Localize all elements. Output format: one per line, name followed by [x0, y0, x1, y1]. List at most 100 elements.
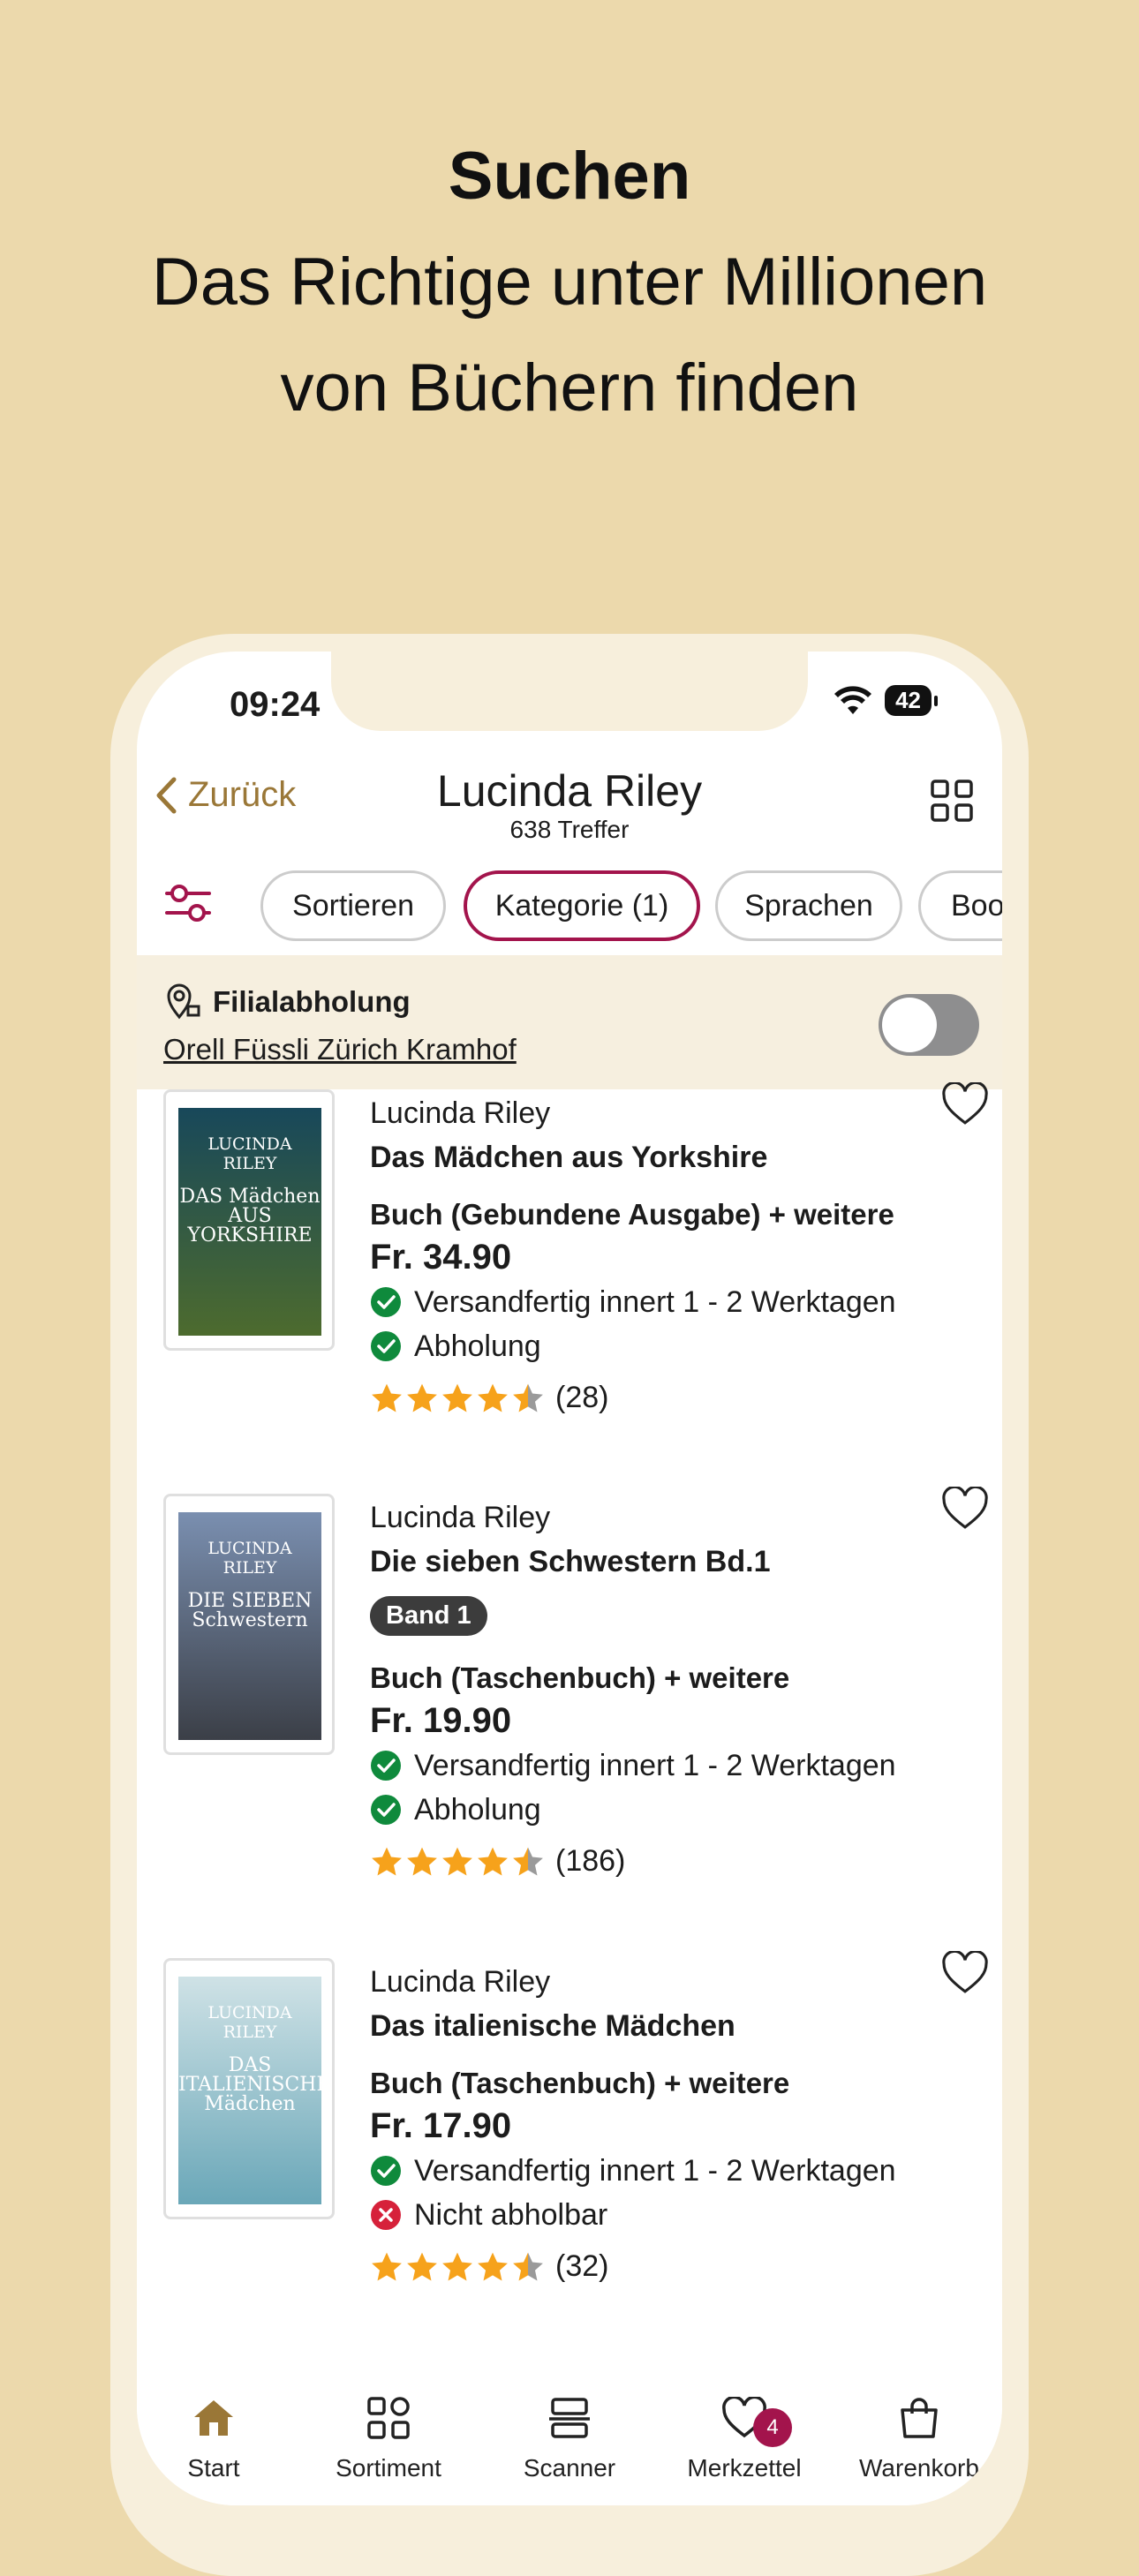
grid-icon — [367, 2397, 410, 2439]
result-author: Lucinda Riley — [370, 1965, 551, 1999]
promo-subtitle: Das Richtige unter Millionen von Büchern… — [0, 230, 1139, 441]
pickup-text: Abholung — [414, 1793, 541, 1827]
wifi-icon — [834, 685, 872, 714]
cover-image: LUCINDA RILEY DIE SIEBEN Schwestern — [178, 1512, 321, 1740]
chip-kategorie[interactable]: Kategorie (1) — [464, 870, 700, 941]
tab-label: Merkzettel — [687, 2454, 802, 2482]
star-icon — [372, 2252, 402, 2280]
tab-sortiment[interactable]: Sortiment — [302, 2391, 475, 2482]
tab-warenkorb[interactable]: Warenkorb — [833, 2391, 1002, 2482]
star-icon — [442, 2252, 472, 2280]
promo-subtitle-line1: Das Richtige unter Millionen — [151, 245, 988, 320]
check-circle-icon — [371, 1287, 401, 1317]
result-price: Fr. 19.90 — [370, 1701, 512, 1740]
grid-view-button[interactable] — [930, 779, 974, 827]
star-icon — [513, 1847, 543, 1875]
scanner-icon — [549, 2398, 590, 2438]
star-icon — [442, 1383, 472, 1412]
location-pin-icon — [167, 983, 200, 1020]
star-icon — [372, 1383, 402, 1412]
pickup-text: Nicht abholbar — [414, 2198, 608, 2232]
tab-scanner[interactable]: Scanner — [483, 2391, 656, 2482]
battery-icon: 42 — [885, 685, 938, 716]
result-info: Lucinda Riley Das italienische Mädchen Buc… — [370, 1960, 953, 2284]
page-title: Lucinda Riley — [436, 766, 703, 816]
star-icon — [407, 2252, 437, 2280]
chip-sprachen[interactable]: Sprachen — [715, 870, 902, 941]
result-info: Lucinda Riley Das Mädchen aus Yorkshire Bu… — [370, 1091, 953, 1415]
filter-button[interactable] — [163, 881, 213, 930]
notch — [331, 652, 808, 731]
chip-more[interactable]: Boo — [918, 870, 1002, 941]
shipping-text: Versandfertig innert 1 - 2 Werktagen — [414, 1749, 896, 1782]
nav-bar: Zurück Lucinda Riley 638 Treffer — [137, 757, 1002, 846]
nav-title: Lucinda Riley 638 Treffer — [137, 766, 1002, 844]
cover-image: LUCINDA RILEY DAS Mädchen AUS YORKSHIRE — [178, 1108, 321, 1336]
star-icon — [407, 1383, 437, 1412]
check-circle-icon — [371, 1795, 401, 1825]
band-badge: Band 1 — [370, 1596, 487, 1636]
rating: (28) — [370, 1381, 953, 1415]
book-cover[interactable]: LUCINDA RILEY DAS Mädchen AUS YORKSHIRE — [163, 1089, 335, 1351]
heart-outline-icon — [942, 1081, 988, 1125]
pickup-status: Abholung — [370, 1324, 953, 1368]
star-icon — [513, 1383, 543, 1412]
result-title[interactable]: Die sieben Schwestern Bd.1 — [370, 1540, 953, 1584]
result-format: Buch (Taschenbuch) + weitere — [370, 2067, 790, 2099]
wishlist-button[interactable] — [940, 1485, 990, 1535]
review-count: (186) — [555, 1844, 626, 1878]
result-author: Lucinda Riley — [370, 1501, 551, 1534]
shipping-status: Versandfertig innert 1 - 2 Werktagen — [370, 2149, 953, 2193]
star-icon — [478, 1383, 508, 1412]
toggle-knob — [882, 998, 937, 1052]
heart-outline-icon — [942, 1485, 988, 1529]
star-icon — [442, 1847, 472, 1875]
pickup-text: Abholung — [414, 1329, 541, 1363]
wishlist-button[interactable] — [940, 1949, 990, 2000]
star-icon — [478, 1847, 508, 1875]
tab-label: Start — [187, 2454, 240, 2482]
tab-merkzettel[interactable]: 4 Merkzettel — [658, 2391, 831, 2482]
tab-bar: Start Sortiment Scanner 4 Merkzettel War… — [137, 2364, 1002, 2505]
rating: (186) — [370, 1844, 953, 1879]
result-format: Buch (Taschenbuch) + weitere — [370, 1661, 790, 1694]
home-icon — [194, 2400, 233, 2436]
pickup-status: Nicht abholbar — [370, 2193, 953, 2237]
result-title[interactable]: Das italienische Mädchen — [370, 2004, 953, 2048]
shipping-status: Versandfertig innert 1 - 2 Werktagen — [370, 1280, 953, 1324]
book-cover[interactable]: LUCINDA RILEY DIE SIEBEN Schwestern — [163, 1494, 335, 1755]
pickup-title: Filialabholung — [165, 982, 411, 1022]
pickup-toggle[interactable] — [879, 994, 979, 1056]
shipping-text: Versandfertig innert 1 - 2 Werktagen — [414, 2154, 896, 2188]
cover-author: LUCINDA RILEY — [207, 2003, 292, 2042]
tab-label: Scanner — [523, 2454, 616, 2482]
promo-header: Suchen Das Richtige unter Millionen von … — [0, 132, 1139, 441]
tab-label: Sortiment — [336, 2454, 441, 2482]
wishlist-button[interactable] — [940, 1081, 990, 1131]
cover-author: LUCINDA RILEY — [207, 1134, 292, 1173]
status-icons: 42 — [834, 685, 938, 716]
pickup-store-link[interactable]: Orell Füssli Zürich Kramhof — [163, 1033, 517, 1066]
heart-outline-icon — [942, 1949, 988, 1993]
cross-circle-icon — [371, 2200, 401, 2230]
star-icon — [478, 2252, 508, 2280]
tab-start[interactable]: Start — [137, 2391, 300, 2482]
check-circle-icon — [371, 2156, 401, 2186]
result-info: Lucinda Riley Die sieben Schwestern Bd.1 B… — [370, 1495, 953, 1879]
pickup-label: Filialabholung — [213, 985, 411, 1018]
review-count: (32) — [555, 2249, 609, 2283]
shipping-status: Versandfertig innert 1 - 2 Werktagen — [370, 1744, 953, 1788]
tab-label: Warenkorb — [859, 2454, 979, 2482]
star-icon — [513, 2252, 543, 2280]
cover-author: LUCINDA RILEY — [207, 1539, 292, 1578]
status-time: 09:24 — [230, 685, 321, 724]
filter-chips: Sortieren Kategorie (1) Sprachen Boo — [137, 862, 1002, 950]
rating: (32) — [370, 2249, 953, 2284]
result-title[interactable]: Das Mädchen aus Yorkshire — [370, 1135, 953, 1179]
result-price: Fr. 34.90 — [370, 1238, 512, 1277]
chip-sortieren[interactable]: Sortieren — [260, 870, 446, 941]
wishlist-badge: 4 — [753, 2408, 792, 2447]
cover-image: LUCINDA RILEY DAS ITALIENISCHE Mädchen — [178, 1977, 321, 2204]
result-format: Buch (Gebundene Ausgabe) + weitere — [370, 1198, 894, 1231]
book-cover[interactable]: LUCINDA RILEY DAS ITALIENISCHE Mädchen — [163, 1958, 335, 2219]
